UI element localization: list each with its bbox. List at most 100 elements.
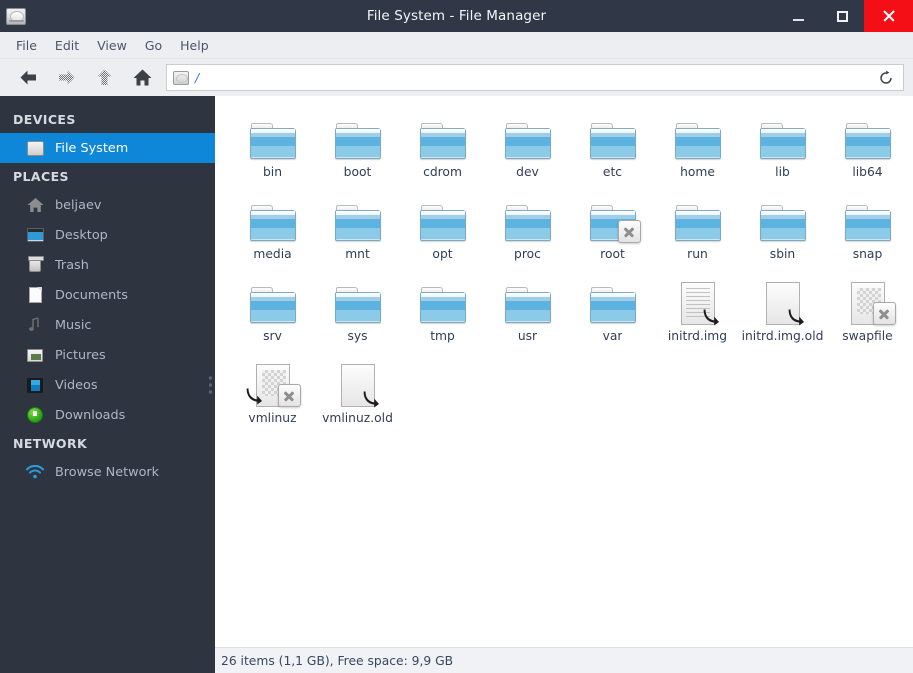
sidebar-item-label: Downloads — [55, 407, 126, 423]
up-arrow-icon — [97, 69, 111, 85]
file-item[interactable]: initrd.img — [655, 273, 740, 355]
home-icon — [133, 69, 151, 86]
file-item[interactable]: initrd.img.old — [740, 273, 825, 355]
folder-icon — [759, 113, 807, 161]
file-item[interactable]: swapfile — [825, 273, 910, 355]
folder-icon — [419, 195, 467, 243]
close-button[interactable] — [864, 0, 913, 32]
menu-help[interactable]: Help — [171, 35, 218, 56]
maximize-icon — [836, 10, 848, 22]
sidebar-item-label: File System — [55, 140, 129, 156]
sidebar-item-music[interactable]: Music — [0, 310, 215, 340]
minimize-button[interactable] — [776, 0, 820, 32]
file-icon-grid[interactable]: bin boot cdrom dev etc home lib lib64 media mnt op… — [215, 96, 913, 647]
sidebar-item-videos[interactable]: Videos — [0, 370, 215, 400]
folder-icon — [334, 277, 382, 325]
maximize-button[interactable] — [820, 0, 864, 32]
forward-button — [47, 63, 85, 93]
home-icon — [26, 196, 44, 214]
access-denied-overlay-icon — [617, 220, 641, 243]
back-arrow-icon — [20, 70, 36, 85]
symlink-arrow-icon — [703, 309, 719, 326]
symlink-overlay-icon — [702, 308, 720, 326]
sidebar-item-label: Music — [55, 317, 92, 333]
file-item-label: cdrom — [423, 165, 462, 179]
file-item[interactable]: srv — [230, 273, 315, 355]
file-item[interactable]: opt — [400, 191, 485, 273]
main-panel: bin boot cdrom dev etc home lib lib64 media mnt op… — [215, 96, 913, 673]
file-item[interactable]: proc — [485, 191, 570, 273]
folder-icon — [419, 113, 467, 161]
file-item[interactable]: sys — [315, 273, 400, 355]
file-item[interactable]: tmp — [400, 273, 485, 355]
file-item[interactable]: var — [570, 273, 655, 355]
file-item[interactable]: vmlinuz — [230, 355, 315, 437]
file-item[interactable]: lib — [740, 109, 825, 191]
folder-icon — [249, 277, 297, 325]
menu-edit[interactable]: Edit — [46, 35, 88, 56]
file-item[interactable]: vmlinuz.old — [315, 355, 400, 437]
folder-icon — [249, 113, 297, 161]
sidebar-item-label: Browse Network — [55, 464, 160, 480]
file-item-label: run — [687, 247, 708, 261]
sidebar-item-pictures[interactable]: Pictures — [0, 340, 215, 370]
sidebar-item-browse-network[interactable]: Browse Network — [0, 457, 215, 487]
folder-icon — [589, 195, 641, 243]
file-item-label: initrd.img — [667, 329, 728, 343]
file-item[interactable]: home — [655, 109, 740, 191]
sidebar: DEVICES File System PLACES beljaev Desktop Tr… — [0, 96, 215, 673]
symlink-arrow-icon — [788, 309, 804, 326]
file-item-label: srv — [263, 329, 282, 343]
up-button — [85, 63, 123, 93]
home-button[interactable] — [123, 63, 161, 93]
file-item[interactable]: usr — [485, 273, 570, 355]
path-text: / — [195, 70, 200, 85]
file-item[interactable]: mnt — [315, 191, 400, 273]
reload-button[interactable] — [873, 65, 899, 91]
sidebar-section-places: PLACES — [13, 169, 69, 184]
reload-icon — [880, 70, 892, 84]
folder-icon — [334, 113, 382, 161]
folder-icon — [844, 113, 892, 161]
sidebar-item-desktop[interactable]: Desktop — [0, 220, 215, 250]
window-controls — [776, 0, 913, 32]
music-note-icon — [26, 316, 44, 334]
video-icon — [26, 376, 44, 394]
file-item[interactable]: snap — [825, 191, 910, 273]
file-item[interactable]: lib64 — [825, 109, 910, 191]
file-item[interactable]: etc — [570, 109, 655, 191]
file-item[interactable]: root — [570, 191, 655, 273]
file-item-label: sys — [347, 329, 368, 343]
file-item[interactable]: run — [655, 191, 740, 273]
file-item[interactable]: cdrom — [400, 109, 485, 191]
file-manager-window: File System - File Manager File Edit Vie… — [0, 0, 913, 673]
file-item-label: var — [602, 329, 623, 343]
menu-view[interactable]: View — [88, 35, 136, 56]
back-button[interactable] — [9, 63, 47, 93]
file-item-label: home — [680, 165, 715, 179]
file-item-label: usr — [517, 329, 538, 343]
text-file-icon — [674, 277, 722, 326]
sidebar-resize-handle[interactable] — [209, 372, 213, 397]
minimize-icon — [792, 19, 804, 21]
file-item[interactable]: sbin — [740, 191, 825, 273]
file-item[interactable]: boot — [315, 109, 400, 191]
sidebar-item-trash[interactable]: Trash — [0, 250, 215, 280]
file-item[interactable]: bin — [230, 109, 315, 191]
sidebar-item-label: Videos — [55, 377, 98, 393]
sidebar-item-documents[interactable]: Documents — [0, 280, 215, 310]
sidebar-item-beljaev[interactable]: beljaev — [0, 190, 215, 220]
title-bar: File System - File Manager — [0, 0, 913, 32]
file-item[interactable]: media — [230, 191, 315, 273]
unknown-file-icon — [246, 359, 301, 407]
file-item[interactable]: dev — [485, 109, 570, 191]
menu-go[interactable]: Go — [136, 35, 171, 56]
sidebar-item-file-system[interactable]: File System — [0, 133, 215, 163]
sidebar-item-label: beljaev — [55, 197, 102, 213]
access-denied-overlay-icon — [277, 384, 301, 407]
path-bar[interactable]: / — [166, 64, 904, 91]
unknown-file-icon — [844, 277, 896, 325]
folder-icon — [674, 113, 722, 161]
sidebar-item-downloads[interactable]: Downloads — [0, 400, 215, 430]
menu-file[interactable]: File — [7, 35, 46, 56]
